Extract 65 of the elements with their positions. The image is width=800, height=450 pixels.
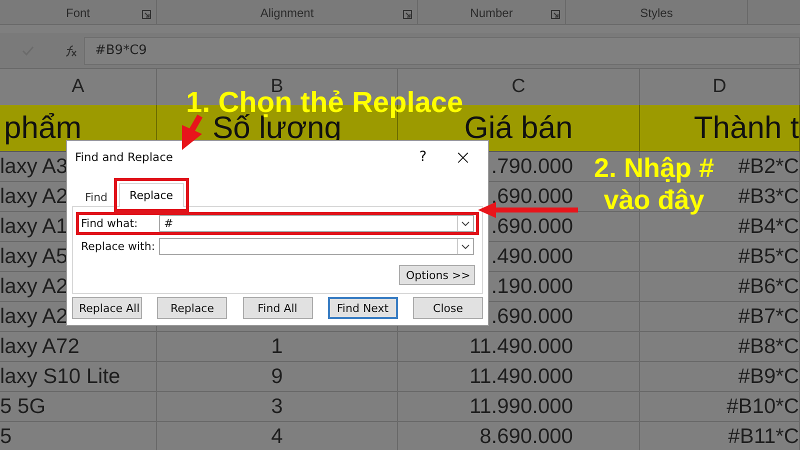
input-field[interactable] <box>159 238 474 255</box>
table-cell: .690.000 <box>491 304 573 328</box>
arrow <box>182 114 203 150</box>
table-cell: laxy A2 <box>0 304 68 328</box>
table-cell: 4 <box>271 424 283 448</box>
table-cell: .690.000 <box>491 214 573 238</box>
table-cell: 8.690.000 <box>480 424 573 448</box>
table-cell: #B4*C <box>738 214 799 238</box>
dialog-launcher-icon[interactable] <box>551 10 560 19</box>
column-header: A <box>72 76 84 98</box>
close-button[interactable]: × <box>443 145 483 169</box>
ribbon-group-label: Font <box>66 6 90 20</box>
dialog-button[interactable]: Close <box>413 297 483 319</box>
table-cell: #B11*C <box>728 424 799 448</box>
table-cell: 3 <box>271 394 283 418</box>
ribbon-group-label: Styles <box>640 6 673 20</box>
field-label: Replace with: <box>81 240 156 253</box>
tab[interactable]: Find <box>74 187 119 207</box>
table-cell: 9 <box>271 364 283 388</box>
header-cell: Giá bán <box>464 110 573 146</box>
table-cell: 1 <box>271 334 283 358</box>
dialog-launcher-icon[interactable] <box>142 10 151 19</box>
dialog-title: Find and Replace <box>75 150 174 164</box>
help-button[interactable]: ? <box>403 149 443 165</box>
formula-input[interactable]: #B9*C9 <box>84 36 800 64</box>
dialog-button[interactable]: Find Next <box>328 297 398 319</box>
table-cell: #B10*C <box>726 394 799 418</box>
table-cell: laxy A1 <box>0 214 68 238</box>
dialog-launcher-icon[interactable] <box>403 10 412 19</box>
table-cell: laxy A2 <box>0 274 68 298</box>
table-cell: laxy A72 <box>0 334 80 358</box>
table-cell: laxy A5 <box>0 244 68 268</box>
table-cell: laxy S10 Lite <box>0 364 120 388</box>
dialog-button[interactable]: Replace <box>157 297 228 319</box>
header-cell: phẩm <box>4 110 82 146</box>
table-cell: .690.000 <box>491 184 573 208</box>
header-cell: Thành t <box>694 110 799 146</box>
ribbon-group-label: Alignment <box>260 6 314 20</box>
table-cell: #B6*C <box>738 274 799 298</box>
options-button[interactable]: Options >> <box>399 265 475 285</box>
table-cell: 5 <box>0 424 12 448</box>
dialog-button[interactable]: Replace All <box>72 297 142 319</box>
callout-text: 2. Nhập # vào đây <box>592 152 716 217</box>
table-cell: #B9*C <box>738 364 799 388</box>
table-cell: #B2*C <box>738 154 799 178</box>
table-cell: .190.000 <box>491 274 573 298</box>
ribbon-group-label: Number <box>470 6 513 20</box>
table-cell: 5 5G <box>0 394 46 418</box>
field-label: Find what: <box>81 217 139 230</box>
column-header: C <box>512 76 526 98</box>
table-cell: #B7*C <box>738 304 799 328</box>
table-cell: laxy A3 <box>0 154 68 178</box>
table-cell: .790.000 <box>491 154 573 178</box>
function-icon[interactable] <box>64 44 78 56</box>
dialog-button[interactable]: Find All <box>242 297 312 319</box>
table-cell: #B5*C <box>738 244 799 268</box>
table-cell: #B3*C <box>738 184 799 208</box>
input-field[interactable]: # <box>159 215 474 232</box>
table-cell: #B8*C <box>738 334 799 358</box>
table-cell: 11.990.000 <box>469 394 573 418</box>
table-cell: 11.490.000 <box>469 364 573 388</box>
table-cell: 11.490.000 <box>469 334 573 358</box>
table-cell: .490.000 <box>491 244 573 268</box>
column-header: D <box>712 76 726 98</box>
table-cell: laxy A2 <box>0 184 68 208</box>
